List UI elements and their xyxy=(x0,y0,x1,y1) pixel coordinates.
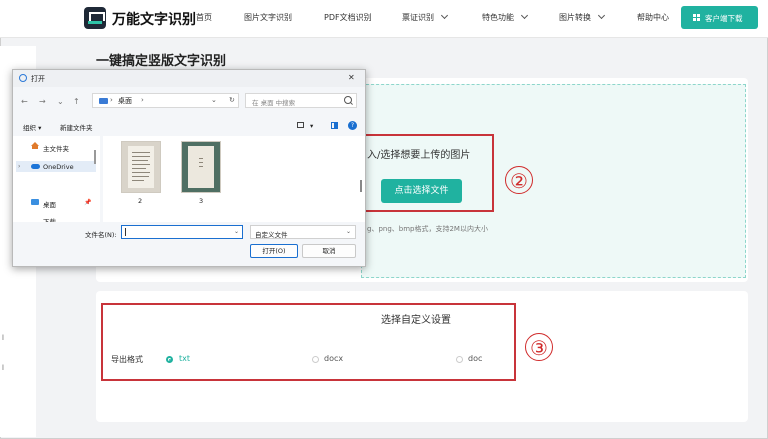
refresh-icon[interactable]: ↻ xyxy=(229,96,235,104)
help-icon[interactable]: ? xyxy=(348,121,357,130)
new-folder-button[interactable]: 新建文件夹 xyxy=(60,122,93,132)
format-radio-docx[interactable] xyxy=(312,356,319,363)
sidebar-mark: l xyxy=(2,334,4,342)
format-label-doc[interactable]: doc xyxy=(468,354,482,363)
back-arrow-icon[interactable]: ← xyxy=(21,97,28,106)
sidebar-mark: l xyxy=(2,364,4,372)
view-menu-chevron-icon[interactable]: ▾ xyxy=(310,122,313,130)
search-box[interactable]: 在 桌面 中搜索 xyxy=(245,93,357,108)
nav-image-convert[interactable]: 图片转换 xyxy=(559,11,606,23)
annotation-number-2: ② xyxy=(505,166,533,194)
dialog-titlebar[interactable]: 打开 ✕ xyxy=(13,70,365,87)
nav-image-ocr[interactable]: 图片文字识别 xyxy=(244,12,292,23)
nav-home-folder[interactable]: 主文件夹 xyxy=(43,143,69,153)
address-separator: › xyxy=(110,96,113,104)
address-bar[interactable]: › 桌面 › ⌄ ↻ xyxy=(92,93,239,108)
top-navigation-bar: 万能文字识别 首页 图片文字识别 PDF文档识别 票证识别 特色功能 图片转换 … xyxy=(0,0,768,38)
dialog-title: 打开 xyxy=(31,75,45,83)
file-thumbnail[interactable] xyxy=(121,141,161,193)
chrome-icon xyxy=(19,74,27,82)
address-location: 桌面 xyxy=(118,97,132,105)
client-download-button[interactable]: 客户端下载 xyxy=(681,6,758,29)
chevron-down-icon[interactable]: ⌄ xyxy=(234,228,239,235)
desktop-folder-icon xyxy=(99,98,108,104)
desktop-icon xyxy=(31,199,39,205)
text-cursor xyxy=(125,228,126,236)
export-format-label: 导出格式 xyxy=(111,355,143,364)
file-pane-scrollbar[interactable] xyxy=(360,180,362,192)
dialog-address-toolbar: ← → ⌄ ↑ › 桌面 › ⌄ ↻ 在 桌面 中搜索 xyxy=(13,90,365,112)
address-separator: › xyxy=(141,96,144,104)
file-type-filter[interactable]: 自定义文件 ⌄ xyxy=(250,225,356,239)
recent-dropdown-icon[interactable]: ⌄ xyxy=(57,97,64,106)
format-label-txt[interactable]: txt xyxy=(179,354,190,363)
filename-label: 文件名(N): xyxy=(85,231,117,239)
dialog-command-bar: 组织 ▾ 新建文件夹 ▾ ? xyxy=(13,118,365,134)
logo-icon xyxy=(84,7,106,29)
nav-help-center[interactable]: 帮助中心 xyxy=(637,12,669,23)
document-image-icon xyxy=(128,146,154,188)
nav-scrollbar[interactable] xyxy=(94,150,96,164)
preview-pane-icon[interactable] xyxy=(331,122,338,129)
up-arrow-icon[interactable]: ↑ xyxy=(73,97,80,106)
format-label-docx[interactable]: docx xyxy=(324,354,343,363)
expand-arrow-icon[interactable]: › xyxy=(18,163,20,170)
home-icon xyxy=(31,142,39,149)
annotation-box-3 xyxy=(101,303,516,381)
chevron-down-icon xyxy=(440,11,449,20)
chevron-down-icon: ⌄ xyxy=(346,228,352,235)
cloud-icon xyxy=(31,164,40,169)
chevron-down-icon xyxy=(597,11,606,20)
file-open-dialog: 打开 ✕ ← → ⌄ ↑ › 桌面 › ⌄ ↻ 在 桌面 中搜索 组织 ▾ 新建… xyxy=(12,69,366,267)
page-title: 一键搞定竖版文字识别 xyxy=(96,54,227,69)
close-icon[interactable]: ✕ xyxy=(348,73,355,82)
filename-input[interactable]: ⌄ xyxy=(121,225,243,239)
nav-onedrive[interactable]: OneDrive xyxy=(43,163,74,171)
file-name-2[interactable]: 2 xyxy=(138,197,142,205)
view-icon[interactable] xyxy=(297,122,304,128)
document-image-icon xyxy=(188,146,214,188)
annotation-box-2 xyxy=(353,134,494,212)
settings-title: 选择自定义设置 xyxy=(381,315,451,326)
format-radio-doc[interactable] xyxy=(456,356,463,363)
filter-value: 自定义文件 xyxy=(255,231,288,239)
chevron-down-icon xyxy=(520,11,529,20)
nav-ticket-ocr[interactable]: 票证识别 xyxy=(402,11,449,23)
nav-pdf-ocr[interactable]: PDF文档识别 xyxy=(324,12,372,23)
search-icon xyxy=(344,96,352,104)
open-button[interactable]: 打开(O) xyxy=(250,244,298,258)
search-placeholder: 在 桌面 中搜索 xyxy=(252,99,296,107)
cancel-button[interactable]: 取消 xyxy=(302,244,356,258)
brand-name[interactable]: 万能文字识别 xyxy=(112,9,196,29)
format-radio-txt[interactable] xyxy=(166,356,173,363)
nav-clip: 下载 xyxy=(16,212,96,222)
nav-downloads[interactable]: 下载 xyxy=(43,216,56,222)
pin-icon: 📌 xyxy=(84,199,92,206)
windows-icon xyxy=(693,14,700,21)
organize-button[interactable]: 组织 ▾ xyxy=(23,122,41,132)
file-thumbnail[interactable] xyxy=(181,141,221,193)
nav-desktop[interactable]: 桌面 xyxy=(43,199,56,209)
file-name-3[interactable]: 3 xyxy=(199,197,203,205)
address-dropdown-icon[interactable]: ⌄ xyxy=(211,96,217,104)
forward-arrow-icon[interactable]: → xyxy=(39,97,46,106)
nav-home[interactable]: 首页 xyxy=(196,12,212,23)
annotation-number-3: ③ xyxy=(525,333,553,361)
upload-hint: g、png、bmp格式，支持2M以内大小 xyxy=(367,225,488,233)
nav-features[interactable]: 特色功能 xyxy=(482,11,529,23)
